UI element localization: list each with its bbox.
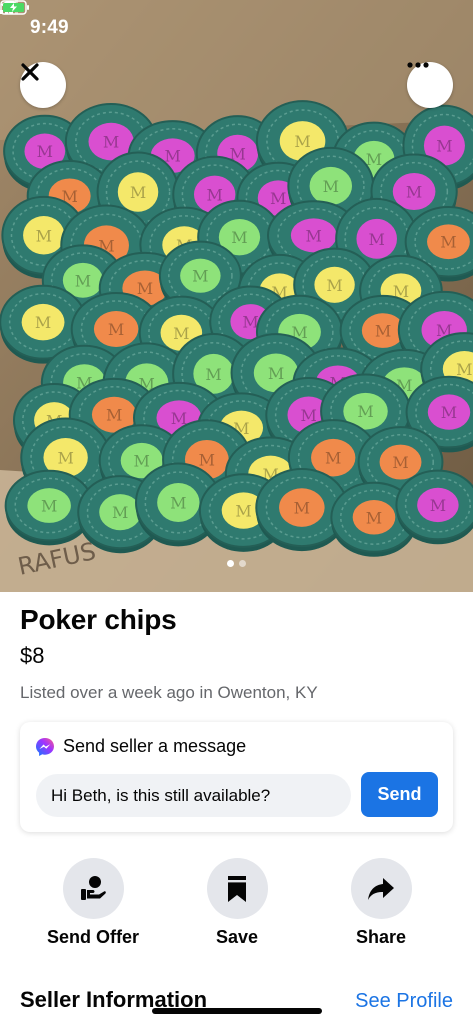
svg-text:M: M xyxy=(440,233,456,252)
svg-text:M: M xyxy=(231,228,247,247)
listing-location-time: Listed over a week ago in Owenton, KY xyxy=(20,683,318,702)
see-profile-link[interactable]: See Profile xyxy=(355,990,453,1013)
svg-text:M: M xyxy=(392,453,408,472)
share-label: Share xyxy=(355,927,407,947)
send-offer-circle xyxy=(62,858,124,919)
image-pager xyxy=(0,560,473,567)
svg-text:M: M xyxy=(137,279,153,298)
svg-text:M: M xyxy=(235,502,251,521)
home-indicator xyxy=(152,1008,322,1014)
svg-text:M: M xyxy=(366,508,382,527)
more-horizontal-icon xyxy=(407,62,429,68)
messenger-icon xyxy=(36,737,54,756)
message-heading: Send seller a message xyxy=(35,736,246,757)
send-offer-label: Send Offer xyxy=(46,927,139,947)
svg-text:M: M xyxy=(323,177,339,196)
send-offer-button[interactable]: Send Offer xyxy=(28,858,158,948)
message-input-value: Hi Beth, is this still available? xyxy=(51,785,271,805)
send-message-card: Send seller a message Hi Beth, is this s… xyxy=(20,722,453,832)
svg-text:M: M xyxy=(192,267,208,286)
listing-price: $8 xyxy=(20,643,45,668)
svg-text:M: M xyxy=(134,452,150,471)
poker-chip: M xyxy=(395,469,473,545)
svg-text:M: M xyxy=(35,313,51,332)
svg-text:M: M xyxy=(369,230,385,249)
svg-text:M: M xyxy=(130,183,146,202)
listing-photo[interactable]: RAFUS MMMMMMMMMMMMMMMMMMMMMMMMMMMMMMMMMM… xyxy=(0,0,473,592)
svg-text:M: M xyxy=(441,403,457,422)
svg-text:M: M xyxy=(164,147,180,166)
send-button[interactable]: Send xyxy=(361,772,438,817)
clock-text: 9:49 xyxy=(30,17,69,38)
svg-text:M: M xyxy=(205,365,221,384)
svg-text:M: M xyxy=(306,226,322,245)
svg-text:M: M xyxy=(103,133,119,152)
svg-text:M: M xyxy=(325,449,341,468)
offer-hand-icon xyxy=(81,875,106,900)
status-bar: 9:49 xyxy=(0,0,473,56)
svg-text:M: M xyxy=(206,185,222,204)
svg-text:M: M xyxy=(294,132,310,151)
listing-title: Poker chips xyxy=(20,604,177,635)
svg-text:M: M xyxy=(406,182,422,201)
svg-text:M: M xyxy=(375,322,391,341)
svg-text:M: M xyxy=(270,189,286,208)
svg-text:M: M xyxy=(173,324,189,343)
svg-text:M: M xyxy=(37,142,53,161)
battery-charging-icon xyxy=(0,0,29,15)
svg-text:M: M xyxy=(36,226,52,245)
poker-chips-image: RAFUS MMM MMMMM M M MM MMM M M M MM MMM M MM M MMM M MM M… xyxy=(0,0,473,592)
save-circle xyxy=(206,858,268,919)
svg-text:M: M xyxy=(436,137,452,156)
svg-text:M: M xyxy=(106,406,122,425)
share-button[interactable]: Share xyxy=(316,858,446,948)
bookmark-icon xyxy=(228,875,246,902)
message-input[interactable]: Hi Beth, is this still available? xyxy=(36,774,351,817)
message-heading-label: Send seller a message xyxy=(63,736,247,756)
svg-text:M: M xyxy=(301,406,317,425)
pager-dot xyxy=(239,560,246,567)
save-label: Save xyxy=(215,927,259,947)
svg-text:M: M xyxy=(112,503,128,522)
svg-text:M: M xyxy=(357,402,373,421)
share-arrow-icon xyxy=(368,877,394,900)
svg-text:M: M xyxy=(326,276,342,295)
svg-text:M: M xyxy=(170,493,186,512)
svg-text:M: M xyxy=(75,271,91,290)
svg-text:M: M xyxy=(294,499,310,518)
svg-text:M: M xyxy=(199,451,215,470)
svg-text:M: M xyxy=(268,364,284,383)
close-button[interactable] xyxy=(20,62,66,108)
svg-text:M: M xyxy=(57,449,73,468)
svg-text:M: M xyxy=(456,360,472,379)
more-options-button[interactable] xyxy=(407,62,453,108)
save-button[interactable]: Save xyxy=(172,858,302,948)
close-icon xyxy=(21,63,39,81)
svg-text:M: M xyxy=(41,497,57,516)
svg-text:M: M xyxy=(108,320,124,339)
share-circle xyxy=(350,858,412,919)
pager-dot-active xyxy=(227,560,234,567)
status-time: 9:49 xyxy=(1,1,69,39)
action-row: Send Offer Save Share xyxy=(0,858,473,948)
svg-text:M: M xyxy=(430,496,446,515)
